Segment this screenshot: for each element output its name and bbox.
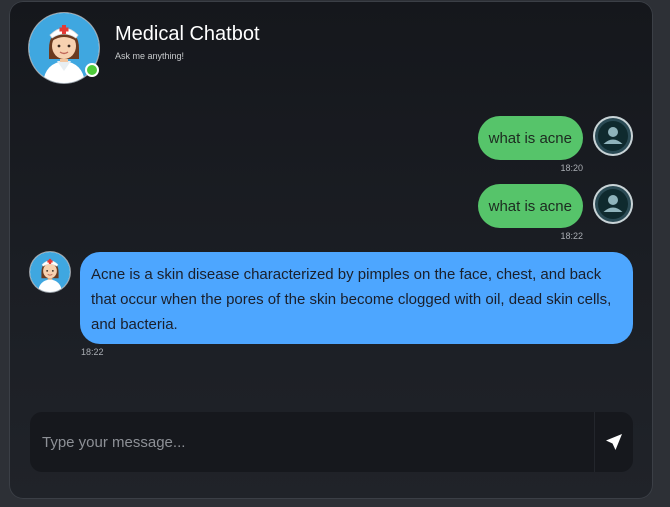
- user-message-bubble: what is acne: [477, 184, 583, 228]
- send-icon: [606, 434, 622, 450]
- user-icon: [598, 121, 628, 151]
- user-avatar: [593, 116, 633, 156]
- chat-window: Medical Chatbot Ask me anything! what is…: [9, 1, 653, 499]
- message-timestamp: 18:20: [560, 163, 583, 173]
- bot-message-bubble: Acne is a skin disease characterized by …: [80, 252, 633, 344]
- send-button[interactable]: [594, 412, 633, 472]
- chat-header: Medical Chatbot Ask me anything!: [29, 13, 429, 87]
- message-timestamp: 18:22: [81, 347, 104, 357]
- user-avatar: [593, 184, 633, 224]
- chat-subtitle: Ask me anything!: [115, 51, 185, 61]
- user-icon: [598, 189, 628, 219]
- message-input[interactable]: [30, 412, 594, 472]
- chat-title: Medical Chatbot: [115, 23, 260, 45]
- message-timestamp: 18:22: [560, 231, 583, 241]
- bot-avatar: [30, 252, 70, 292]
- user-message-bubble: what is acne: [477, 116, 583, 160]
- nurse-avatar-icon: [30, 252, 70, 292]
- message-composer: [30, 412, 633, 472]
- online-status-indicator: [85, 63, 99, 77]
